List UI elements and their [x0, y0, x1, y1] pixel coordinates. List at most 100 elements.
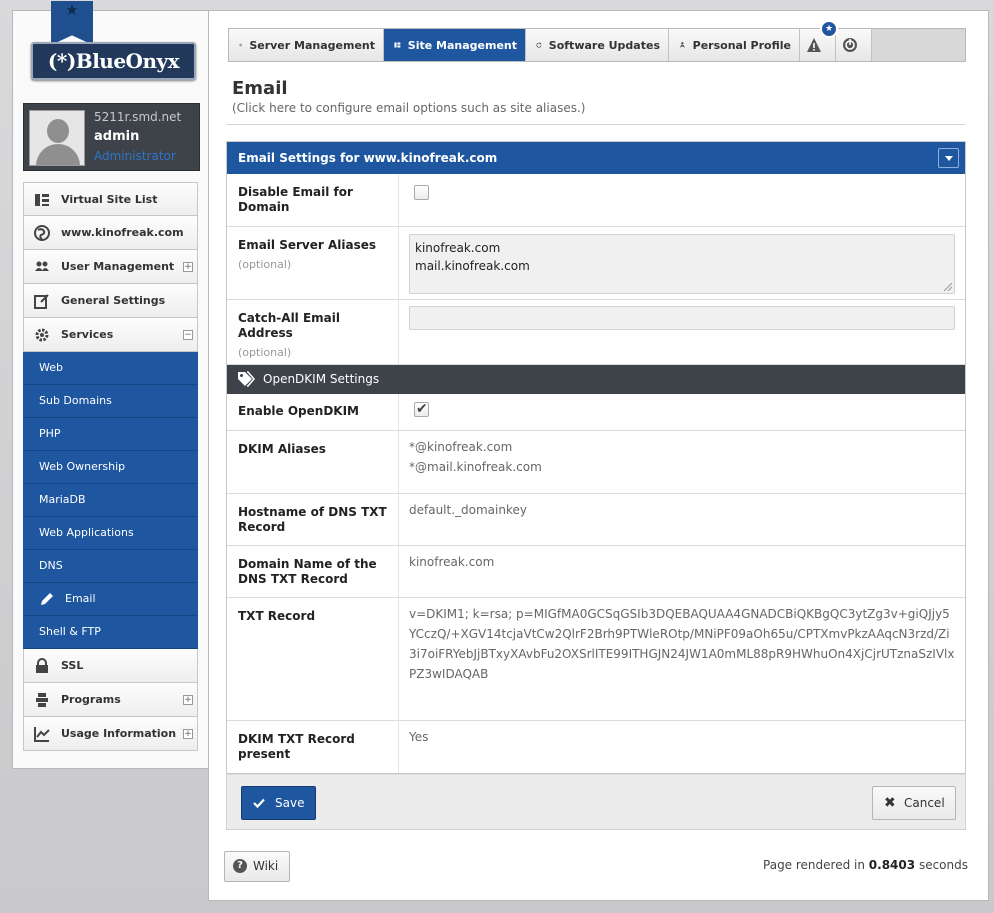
section-title: OpenDKIM Settings	[263, 372, 380, 386]
row-enable-dkim: Enable OpenDKIM	[227, 394, 965, 431]
avatar	[29, 110, 85, 166]
sitemap-icon	[394, 42, 401, 48]
sidebar-subitem-shell-ftp[interactable]: Shell & FTP	[23, 616, 198, 649]
optional-text: (optional)	[238, 258, 292, 271]
tab-label: Software Updates	[548, 38, 660, 52]
sidebar-subitem-php[interactable]: PHP	[23, 418, 198, 451]
enable-dkim-checkbox[interactable]	[414, 399, 429, 419]
field-label: Domain Name of the DNS TXT Record	[227, 546, 399, 597]
user-role-link[interactable]: Administrator	[94, 149, 176, 163]
warning-icon	[807, 38, 821, 52]
alias-line: mail.kinofreak.com	[415, 259, 530, 273]
blueonyx-logo[interactable]: (*)BlueOnyx	[31, 42, 196, 80]
tags-icon	[238, 371, 255, 387]
power-icon	[843, 38, 857, 52]
expand-icon[interactable]: +	[183, 729, 193, 739]
row-catch-all: Catch-All Email Address (optional)	[227, 300, 965, 365]
programs-icon	[36, 693, 48, 707]
dns-domain-value: kinofreak.com	[409, 555, 495, 569]
field-label: Hostname of DNS TXT Record	[227, 494, 399, 545]
tab-personal-profile[interactable]: Personal Profile	[669, 29, 800, 61]
sidebar-item-ssl[interactable]: SSL	[23, 649, 198, 683]
form-actions: Save ✖ Cancel	[226, 774, 966, 830]
logout-button[interactable]	[836, 29, 872, 61]
user-host: 5211r.smd.net	[94, 110, 182, 124]
dns-hostname-value: default._domainkey	[409, 503, 527, 517]
sidebar-subitem-email[interactable]: Email	[23, 583, 198, 616]
alerts-button[interactable]: ★	[800, 20, 838, 61]
page-subtitle-link[interactable]: (Click here to configure email options s…	[232, 101, 585, 115]
tab-server-management[interactable]: Server Management	[229, 29, 384, 61]
cancel-button-label: Cancel	[904, 796, 945, 810]
render-time-text: Page rendered in 0.8403 seconds	[763, 858, 968, 872]
sidebar-nav: Virtual Site List www.kinofreak.com User…	[23, 182, 198, 751]
logo-ribbon: ★	[51, 1, 93, 45]
field-label: DKIM Aliases	[227, 431, 399, 493]
email-settings-box: Email Settings for www.kinofreak.com Dis…	[226, 141, 966, 774]
sidebar-item-user-management[interactable]: User Management +	[23, 250, 198, 284]
info-icon: ?	[233, 859, 247, 873]
wiki-button-label: Wiki	[253, 859, 279, 873]
sidebar-subitem-web[interactable]: Web	[23, 352, 198, 385]
main-panel: Server Management Site Management Softwa…	[208, 10, 989, 901]
sidebar-item-label: Virtual Site List	[61, 193, 158, 206]
gear-icon	[35, 328, 49, 342]
tab-software-updates[interactable]: Software Updates	[526, 29, 669, 61]
chart-icon	[34, 727, 50, 742]
dkim-present-value: Yes	[409, 730, 429, 744]
sidebar-subitem-mariadb[interactable]: MariaDB	[23, 484, 198, 517]
row-txt-record: TXT Record v=DKIM1; k=rsa; p=MIGfMA0GCSq…	[227, 598, 965, 721]
expand-icon[interactable]: +	[183, 695, 193, 705]
sidebar-subitem-label: Email	[65, 592, 96, 605]
sidebar-item-label: Programs	[61, 693, 121, 706]
row-dns-hostname: Hostname of DNS TXT Record default._doma…	[227, 494, 965, 546]
field-label: Email Server Aliases (optional)	[227, 227, 399, 299]
opendkim-section-header: OpenDKIM Settings	[227, 365, 965, 394]
save-button[interactable]: Save	[241, 786, 316, 820]
resize-handle[interactable]	[944, 283, 952, 291]
collapse-toggle-button[interactable]	[938, 148, 959, 168]
list-icon	[35, 194, 49, 206]
sidebar-item-general-settings[interactable]: General Settings	[23, 284, 198, 318]
sidebar-subitem-web-ownership[interactable]: Web Ownership	[23, 451, 198, 484]
sidebar-item-virtual-site-list[interactable]: Virtual Site List	[23, 182, 198, 216]
sidebar-subitem-dns[interactable]: DNS	[23, 550, 198, 583]
left-sidebar: ★ (*)BlueOnyx 5211r.smd.net admin Admini…	[12, 1, 209, 769]
tab-label: Site Management	[407, 38, 517, 52]
gear-icon	[239, 43, 243, 47]
pencil-icon	[41, 593, 53, 605]
sidebar-item-label: Usage Information	[61, 727, 177, 740]
expand-icon[interactable]: +	[183, 262, 193, 272]
wiki-button[interactable]: ? Wiki	[224, 851, 290, 882]
sidebar-subitem-sub-domains[interactable]: Sub Domains	[23, 385, 198, 418]
sidebar-item-services[interactable]: Services −	[23, 318, 198, 352]
tab-site-management[interactable]: Site Management	[384, 29, 526, 61]
catch-all-input[interactable]	[409, 306, 955, 330]
field-label: Catch-All Email Address (optional)	[227, 300, 399, 364]
alias-line: kinofreak.com	[415, 241, 501, 255]
tab-label: Server Management	[249, 38, 375, 52]
box-title: Email Settings for www.kinofreak.com	[238, 151, 498, 165]
sidebar-item-usage-information[interactable]: Usage Information +	[23, 717, 198, 751]
collapse-icon[interactable]: −	[183, 330, 193, 340]
field-label: TXT Record	[227, 598, 399, 720]
check-icon	[253, 798, 265, 809]
divider	[226, 124, 965, 125]
cancel-button[interactable]: ✖ Cancel	[872, 786, 956, 820]
users-icon	[35, 261, 49, 271]
field-label-text: Email Server Aliases	[238, 238, 376, 252]
disable-email-checkbox[interactable]	[414, 185, 429, 200]
row-disable-email: Disable Email for Domain	[227, 174, 965, 227]
optional-text: (optional)	[238, 346, 292, 359]
render-prefix: Page rendered in	[763, 858, 865, 872]
server-aliases-textarea[interactable]: kinofreak.com mail.kinofreak.com	[409, 234, 955, 294]
sidebar-item-programs[interactable]: Programs +	[23, 683, 198, 717]
sidebar-subitem-web-applications[interactable]: Web Applications	[23, 517, 198, 550]
txt-record-value: v=DKIM1; k=rsa; p=MIGfMA0GCSqGSIb3DQEBAQ…	[409, 607, 955, 681]
row-server-aliases: Email Server Aliases (optional) kinofrea…	[227, 227, 965, 300]
sidebar-item-label: www.kinofreak.com	[61, 226, 184, 239]
box-header: Email Settings for www.kinofreak.com	[227, 142, 965, 174]
tab-label: Personal Profile	[692, 38, 791, 52]
sidebar-item-site[interactable]: www.kinofreak.com	[23, 216, 198, 250]
sidebar-item-label: General Settings	[61, 294, 166, 307]
